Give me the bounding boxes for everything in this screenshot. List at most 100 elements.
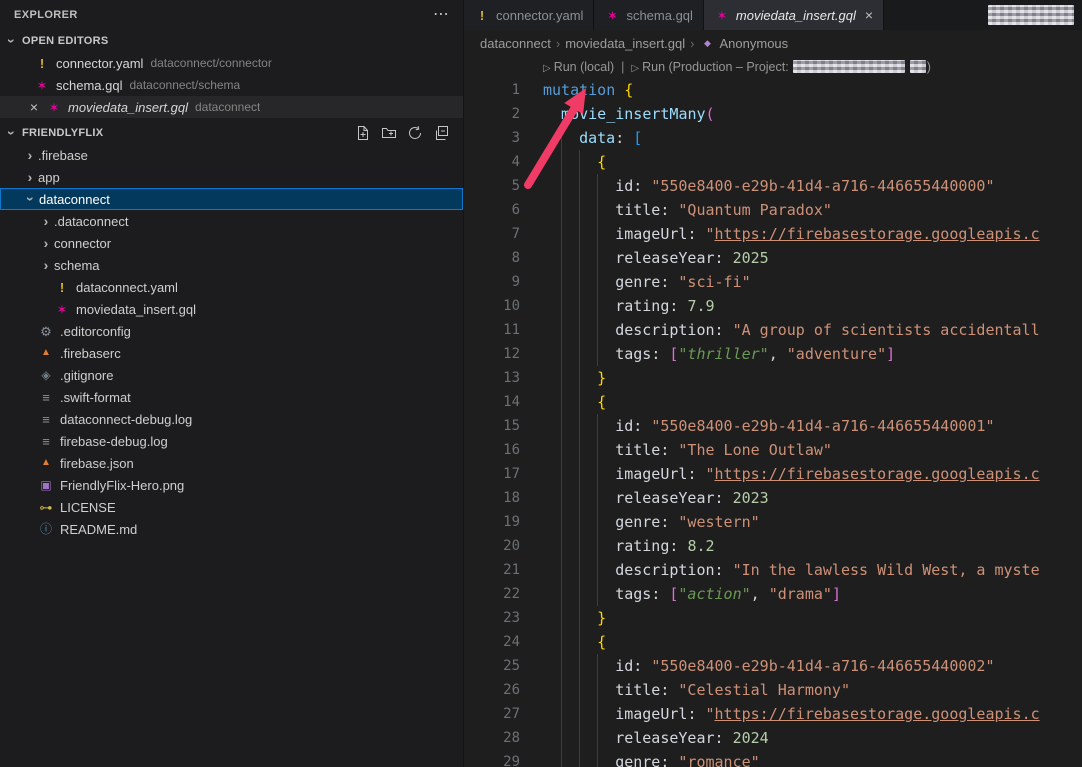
code-line[interactable]: 25id: "550e8400-e29b-41d4-a716-446655440… — [464, 654, 1082, 678]
close-icon[interactable]: × — [26, 99, 42, 115]
tree-item-label: connector — [54, 236, 111, 251]
code-line[interactable]: 3data: [ — [464, 126, 1082, 150]
breadcrumb-item[interactable]: dataconnect — [480, 36, 551, 51]
code-line[interactable]: 23} — [464, 606, 1082, 630]
code-line[interactable]: 14{ — [464, 390, 1082, 414]
code-line[interactable]: 11description: "A group of scientists ac… — [464, 318, 1082, 342]
open-editors-title: OPEN EDITORS — [22, 35, 109, 47]
breadcrumb-item[interactable]: moviedata_insert.gql — [565, 36, 685, 51]
code-token: "romance" — [678, 753, 759, 767]
indent — [543, 726, 561, 750]
open-editor-item[interactable]: ×✶moviedata_insert.gqldataconnect — [0, 96, 463, 118]
tree-item-schema[interactable]: ›schema — [0, 254, 463, 276]
code-token: tags — [615, 585, 651, 603]
tree-item-dataconnect-debug.log[interactable]: ≡dataconnect-debug.log — [0, 408, 463, 430]
tree-item-app[interactable]: ›app — [0, 166, 463, 188]
code-line[interactable]: 7imageUrl: "https://firebasestorage.goog… — [464, 222, 1082, 246]
indent — [543, 630, 561, 654]
indent-guide — [597, 462, 615, 486]
code-line[interactable]: 5id: "550e8400-e29b-41d4-a716-4466554400… — [464, 174, 1082, 198]
code-token: : — [651, 345, 669, 363]
yaml-warning-icon: ! — [474, 9, 490, 22]
tree-item-label: app — [38, 170, 60, 185]
refresh-icon[interactable] — [407, 125, 423, 141]
tab-schema.gql[interactable]: ✶schema.gql — [594, 0, 703, 30]
code-line[interactable]: 6title: "Quantum Paradox" — [464, 198, 1082, 222]
tree-item-FriendlyFlix-Hero.png[interactable]: ▣FriendlyFlix-Hero.png — [0, 474, 463, 496]
code-line[interactable]: 16title: "The Lone Outlaw" — [464, 438, 1082, 462]
tree-item-.editorconfig[interactable]: ⚙.editorconfig — [0, 320, 463, 342]
run-production-link[interactable]: ▷Run (Production – Project:) — [631, 60, 930, 74]
code-line[interactable]: 2movie_insertMany( — [464, 102, 1082, 126]
play-icon: ▷ — [631, 63, 639, 74]
code-token: { — [597, 633, 606, 651]
code-line[interactable]: 15id: "550e8400-e29b-41d4-a716-446655440… — [464, 414, 1082, 438]
line-content: releaseYear: 2025 — [543, 246, 1082, 270]
editor-region: !connector.yaml✶schema.gql✶moviedata_ins… — [464, 0, 1082, 767]
code-line[interactable]: 28releaseYear: 2024 — [464, 726, 1082, 750]
code-line[interactable]: 4{ — [464, 150, 1082, 174]
open-editors-header[interactable]: › OPEN EDITORS — [0, 30, 463, 52]
code-editor[interactable]: ▷Run (local)|▷Run (Production – Project:… — [464, 56, 1082, 767]
code-token: releaseYear — [615, 249, 714, 267]
tree-item-.swift-format[interactable]: ≡.swift-format — [0, 386, 463, 408]
code-line[interactable]: 29genre: "romance" — [464, 750, 1082, 767]
new-file-icon[interactable] — [355, 125, 371, 141]
tree-item-dataconnect[interactable]: ›dataconnect — [0, 188, 463, 210]
new-folder-icon[interactable] — [381, 125, 397, 141]
tree-item-.firebase[interactable]: ›.firebase — [0, 144, 463, 166]
open-editor-item[interactable]: !connector.yamldataconnect/connector — [0, 52, 463, 74]
code-line[interactable]: 22tags: ["action", "drama"] — [464, 582, 1082, 606]
indent-guide — [561, 510, 579, 534]
breadcrumb: dataconnect›moviedata_insert.gql›◆Anonym… — [464, 30, 1082, 56]
tree-item-firebase-debug.log[interactable]: ≡firebase-debug.log — [0, 430, 463, 452]
tree-item-.firebaserc[interactable]: ▲.firebaserc — [0, 342, 463, 364]
line-content: { — [543, 390, 1082, 414]
tab-moviedata_insert.gql[interactable]: ✶moviedata_insert.gql× — [704, 0, 884, 30]
line-content: tags: ["action", "drama"] — [543, 582, 1082, 606]
tree-item-.gitignore[interactable]: ◈.gitignore — [0, 364, 463, 386]
code-line[interactable]: 18releaseYear: 2023 — [464, 486, 1082, 510]
tab-connector.yaml[interactable]: !connector.yaml — [464, 0, 594, 30]
tree-item-moviedata_insert.gql[interactable]: ✶moviedata_insert.gql — [0, 298, 463, 320]
tree-item-README.md[interactable]: ⓘREADME.md — [0, 518, 463, 540]
vscode-window: EXPLORER ⋯ › OPEN EDITORS !connector.yam… — [0, 0, 1082, 767]
code-line[interactable]: 12tags: ["thriller", "adventure"] — [464, 342, 1082, 366]
code-line[interactable]: 24{ — [464, 630, 1082, 654]
graphql-icon: ✶ — [714, 9, 730, 22]
code-line[interactable]: 20rating: 8.2 — [464, 534, 1082, 558]
tree-item-LICENSE[interactable]: ⊶LICENSE — [0, 496, 463, 518]
code-line[interactable]: 8releaseYear: 2025 — [464, 246, 1082, 270]
code-line[interactable]: 21description: "In the lawless Wild West… — [464, 558, 1082, 582]
code-line[interactable]: 10rating: 7.9 — [464, 294, 1082, 318]
tree-item-.dataconnect[interactable]: ›.dataconnect — [0, 210, 463, 232]
code-line[interactable]: 19genre: "western" — [464, 510, 1082, 534]
line-content: } — [543, 606, 1082, 630]
code-line[interactable]: 1mutation { — [464, 78, 1082, 102]
graphql-icon: ✶ — [34, 79, 50, 92]
code-line[interactable]: 26title: "Celestial Harmony" — [464, 678, 1082, 702]
indent-guide — [561, 270, 579, 294]
indent-guide — [597, 534, 615, 558]
code-line[interactable]: 13} — [464, 366, 1082, 390]
run-local-link[interactable]: ▷Run (local) — [543, 60, 614, 74]
indent-guide — [579, 270, 597, 294]
workspace-header[interactable]: › FRIENDLYFLIX — [0, 122, 463, 144]
code-line[interactable]: 27imageUrl: "https://firebasestorage.goo… — [464, 702, 1082, 726]
open-editors-list: !connector.yamldataconnect/connector✶sch… — [0, 52, 463, 118]
more-actions-icon[interactable]: ⋯ — [433, 7, 449, 23]
breadcrumb-item[interactable]: Anonymous — [720, 36, 789, 51]
tree-item-dataconnect.yaml[interactable]: !dataconnect.yaml — [0, 276, 463, 298]
tree-item-connector[interactable]: ›connector — [0, 232, 463, 254]
code-line[interactable]: 9genre: "sci-fi" — [464, 270, 1082, 294]
close-icon[interactable]: × — [865, 7, 873, 23]
indent-guide — [561, 198, 579, 222]
code-token: "550e8400-e29b-41d4-a716-446655440001" — [651, 417, 994, 435]
tree-item-firebase.json[interactable]: ▲firebase.json — [0, 452, 463, 474]
code-token: title — [615, 441, 660, 459]
code-token: { — [597, 153, 606, 171]
open-editor-item[interactable]: ✶schema.gqldataconnect/schema — [0, 74, 463, 96]
code-line[interactable]: 17imageUrl: "https://firebasestorage.goo… — [464, 462, 1082, 486]
collapse-all-icon[interactable] — [433, 125, 449, 141]
chevron-down-icon: › — [5, 33, 19, 49]
